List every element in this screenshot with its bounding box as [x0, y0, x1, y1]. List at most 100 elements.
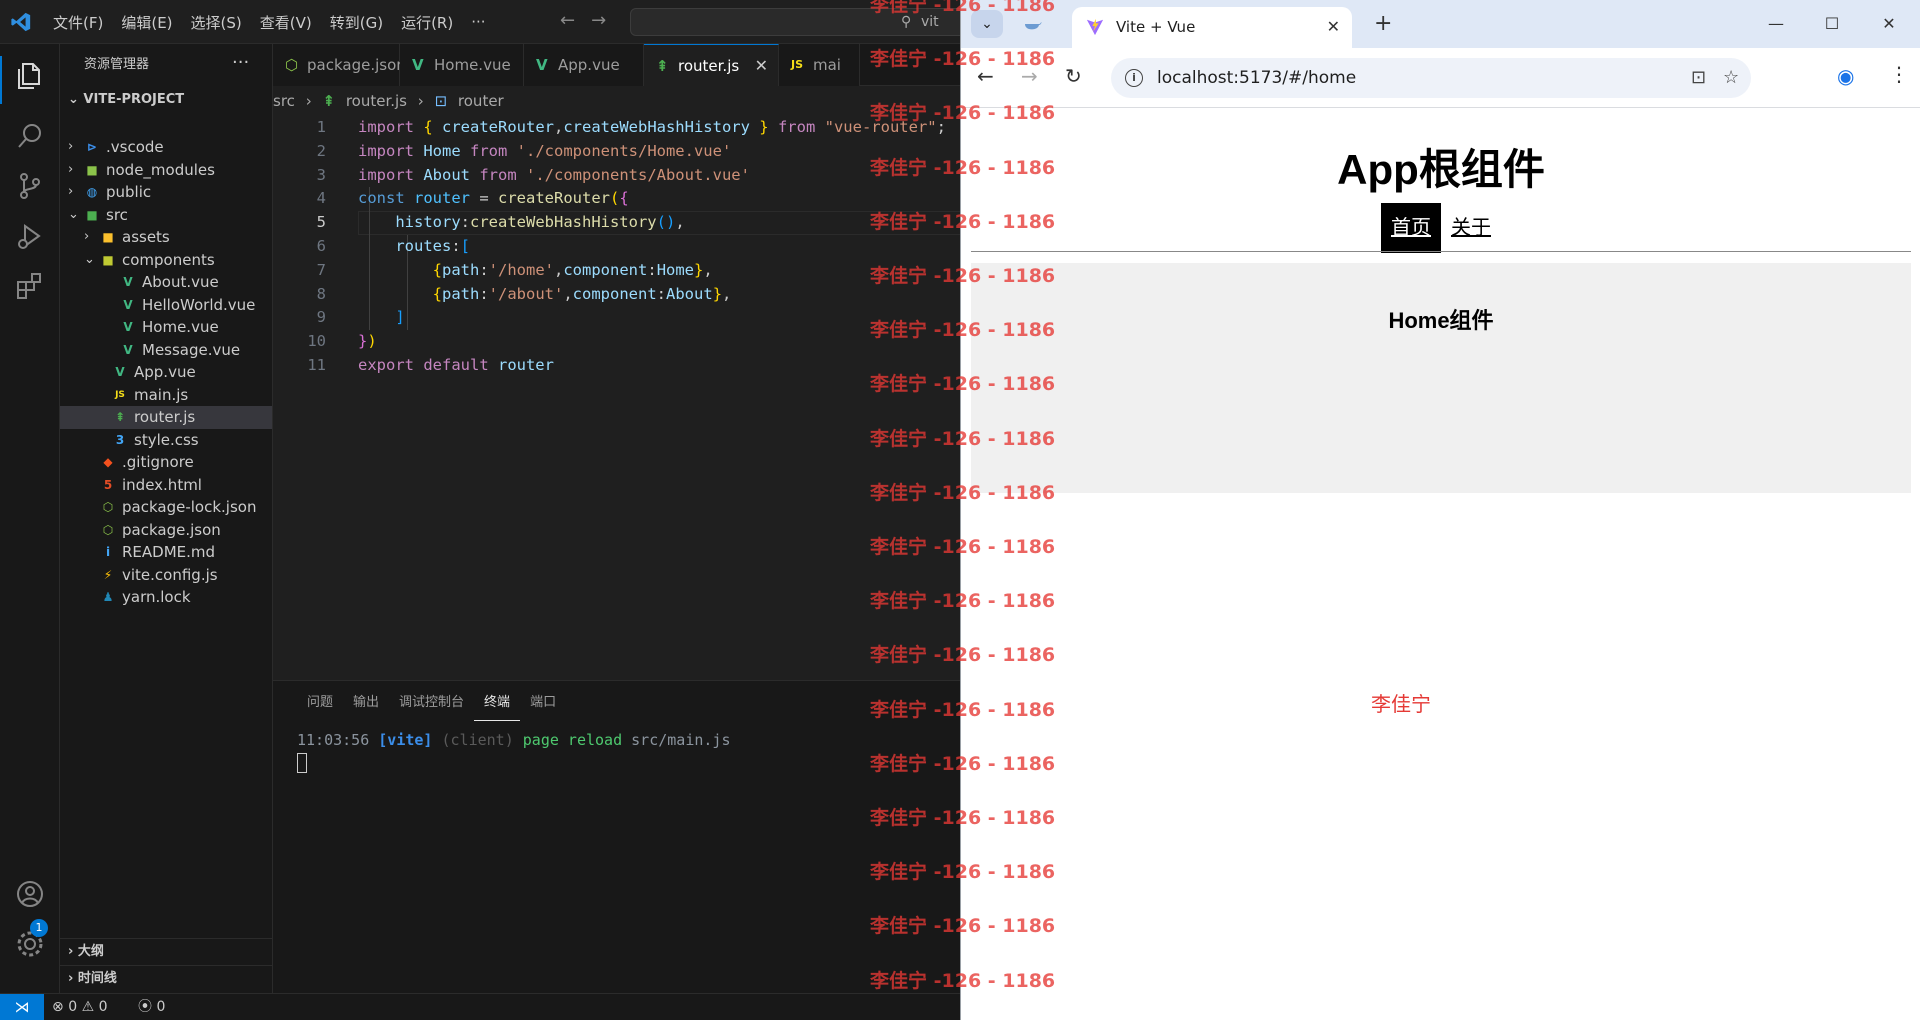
watermark-text: 李佳宁 -126 - 1186: [870, 644, 1056, 667]
tree-item[interactable]: V HelloWorld.vue: [60, 294, 272, 317]
editor-tab[interactable]: ⬡ package.json: [273, 44, 406, 86]
explorer-icon[interactable]: [14, 60, 46, 92]
code-token: createWebHashHistory: [470, 213, 657, 232]
editor-tab[interactable]: V App.vue: [524, 44, 644, 86]
breadcrumb-separator: ›: [417, 92, 424, 110]
code-line[interactable]: export default router: [358, 354, 554, 378]
code-line[interactable]: import About from './components/About.vu…: [358, 164, 750, 188]
tree-item[interactable]: › ■ node_modules: [60, 159, 272, 182]
code-token: }: [749, 118, 778, 136]
panel-tab[interactable]: 问题: [297, 681, 343, 725]
code-line[interactable]: history:createWebHashHistory(),: [358, 211, 684, 235]
tree-item[interactable]: ⇞ router.js: [60, 406, 272, 429]
breadcrumb-file[interactable]: router.js: [346, 92, 407, 110]
search-icon[interactable]: [14, 120, 46, 152]
more-menu-icon[interactable]: ⋮: [1889, 62, 1909, 86]
menu-item[interactable]: 选择(S): [182, 12, 251, 33]
tree-item[interactable]: ♟ yarn.lock: [60, 586, 272, 609]
node-folder-icon: ■: [86, 162, 98, 177]
new-tab-button[interactable]: +: [1374, 12, 1392, 36]
tree-item[interactable]: V About.vue: [60, 271, 272, 294]
code-line[interactable]: routes:[: [358, 235, 470, 259]
tree-item[interactable]: i README.md: [60, 541, 272, 564]
back-arrow-icon[interactable]: ←: [560, 10, 575, 31]
code-token: :: [656, 284, 667, 303]
outline-section[interactable]: › 大纲: [60, 938, 272, 964]
code-editor[interactable]: 1 import { createRouter,createWebHashHist…: [273, 116, 960, 676]
panel-tab[interactable]: 终端: [474, 681, 521, 721]
menu-item[interactable]: ···: [462, 13, 494, 31]
problems-status[interactable]: ⊗ 0 ⚠ 0: [52, 994, 108, 1020]
bookmark-star-icon[interactable]: ☆: [1723, 58, 1739, 98]
ports-status[interactable]: ⦿ 0: [138, 994, 165, 1020]
run-debug-icon[interactable]: [14, 220, 46, 252]
timeline-section[interactable]: › 时间线: [60, 965, 272, 991]
profile-icon[interactable]: ◉: [1837, 64, 1854, 88]
reload-icon[interactable]: ↻: [1065, 64, 1082, 88]
translate-icon[interactable]: ⊡: [1691, 58, 1706, 98]
line-number: 4: [316, 189, 326, 208]
router-link[interactable]: 关于: [1441, 203, 1501, 253]
tree-item[interactable]: V Message.vue: [60, 339, 272, 362]
tree-item[interactable]: 3 style.css: [60, 429, 272, 452]
code-line[interactable]: {path:'/about',component:About},: [358, 283, 732, 307]
editor-tab[interactable]: JS mai: [779, 44, 860, 86]
close-window-button[interactable]: ✕: [1861, 0, 1917, 48]
menu-item[interactable]: 文件(F): [44, 12, 112, 33]
tree-item[interactable]: ⌄ ■ src: [60, 204, 272, 227]
browser-tab[interactable]: Vite + Vue ✕: [1072, 7, 1352, 48]
tree-item[interactable]: ⬡ package-lock.json: [60, 496, 272, 519]
error-icon: ⊗: [52, 999, 64, 1015]
menu-item[interactable]: 运行(R): [392, 12, 462, 33]
terminal-output[interactable]: 11:03:56 [vite] (client) page reload src…: [297, 731, 731, 749]
tree-item[interactable]: ⚡ vite.config.js: [60, 564, 272, 587]
code-line[interactable]: import Home from './components/Home.vue': [358, 140, 731, 164]
tree-item[interactable]: › ⊳ .vscode: [60, 136, 272, 159]
menu-item[interactable]: 转到(G): [321, 12, 392, 33]
close-icon[interactable]: ✕: [755, 45, 768, 87]
tree-item[interactable]: ⬡ package.json: [60, 519, 272, 542]
watermark-text: 李佳宁 -126 - 1186: [870, 427, 1056, 450]
tree-item[interactable]: 5 index.html: [60, 474, 272, 497]
code-line[interactable]: import { createRouter,createWebHashHisto…: [358, 116, 946, 140]
site-info-icon[interactable]: i: [1125, 69, 1143, 87]
code-line[interactable]: const router = createRouter({: [358, 187, 629, 211]
forward-arrow-icon[interactable]: →: [591, 10, 606, 31]
breadcrumb-symbol[interactable]: router: [458, 92, 504, 110]
maximize-button[interactable]: ☐: [1804, 0, 1860, 48]
code-token: path: [442, 260, 480, 279]
code-line[interactable]: ]: [358, 306, 404, 330]
close-tab-icon[interactable]: ✕: [1327, 7, 1340, 47]
panel-tab[interactable]: 调试控制台: [389, 681, 474, 725]
editor-tab[interactable]: V Home.vue: [400, 44, 524, 86]
code-line[interactable]: }): [358, 330, 377, 354]
tree-item[interactable]: ◆ .gitignore: [60, 451, 272, 474]
address-bar[interactable]: i localhost:5173/#/home ⊡ ☆: [1111, 58, 1751, 98]
chevron-down-icon: ⌄: [84, 251, 95, 267]
panel-tab[interactable]: 端口: [520, 681, 566, 725]
minimize-button[interactable]: —: [1748, 0, 1804, 48]
panel-tab[interactable]: 输出: [343, 681, 389, 725]
tree-item[interactable]: › ■ assets: [60, 226, 272, 249]
menu-item[interactable]: 查看(V): [251, 12, 321, 33]
project-root[interactable]: ⌄ VITE-PROJECT: [60, 88, 184, 112]
accounts-icon[interactable]: [14, 878, 46, 910]
watermark-text: 李佳宁 -126 - 1186: [870, 915, 1056, 938]
explorer-more-button[interactable]: ···: [232, 44, 249, 86]
router-link[interactable]: 首页: [1381, 203, 1441, 253]
extensions-icon[interactable]: [14, 270, 46, 302]
remote-icon[interactable]: ⋊: [0, 994, 44, 1020]
breadcrumb-folder[interactable]: src: [273, 92, 295, 110]
tree-item-label: public: [106, 183, 152, 201]
editor-tab[interactable]: ⇞ router.js ✕: [644, 44, 779, 86]
tree-item[interactable]: V Home.vue: [60, 316, 272, 339]
tree-item[interactable]: › ◍ public: [60, 181, 272, 204]
code-token: Home: [423, 141, 470, 160]
chevron-right-icon: ›: [68, 944, 78, 959]
code-line[interactable]: {path:'/home',component:Home},: [358, 259, 713, 283]
tree-item[interactable]: JS main.js: [60, 384, 272, 407]
tree-item[interactable]: ⌄ ■ components: [60, 249, 272, 272]
source-control-icon[interactable]: [14, 170, 46, 202]
menu-item[interactable]: 编辑(E): [112, 12, 181, 33]
tree-item[interactable]: V App.vue: [60, 361, 272, 384]
